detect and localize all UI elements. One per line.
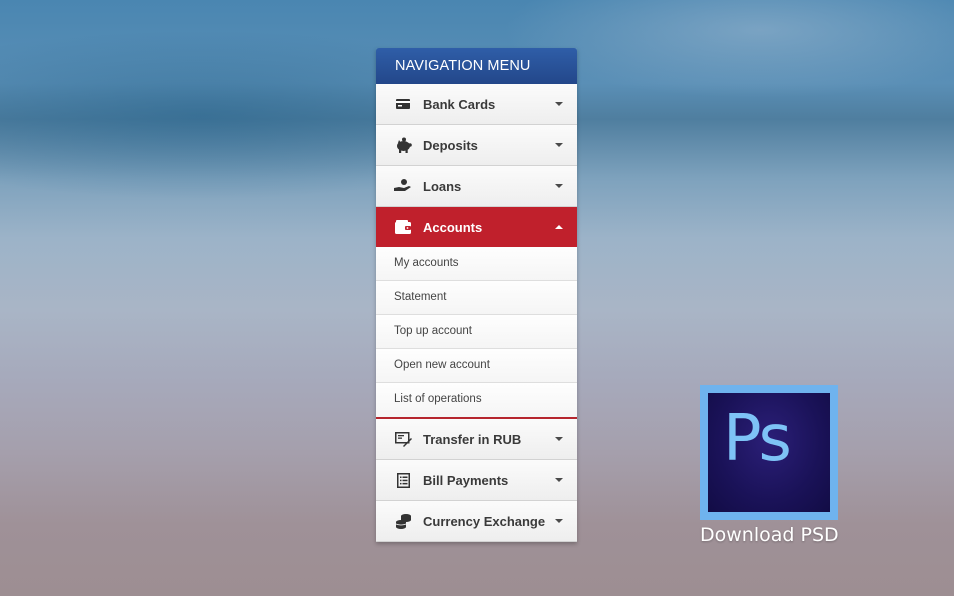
navigation-menu: NAVIGATION MENU Bank Cards Deposits Loan… (376, 48, 577, 542)
submenu-item-open-new-account[interactable]: Open new account (376, 349, 577, 383)
menu-item-label: Loans (423, 179, 461, 194)
submenu-item-statement[interactable]: Statement (376, 281, 577, 315)
credit-card-icon (393, 95, 413, 113)
hand-coin-icon (393, 177, 413, 195)
menu-item-bill-payments[interactable]: Bill Payments (376, 460, 577, 501)
photoshop-logo-inner: Ps (708, 393, 830, 512)
submenu-item-top-up-account[interactable]: Top up account (376, 315, 577, 349)
wallet-icon (393, 218, 413, 236)
menu-item-label: Currency Exchange (423, 514, 545, 529)
download-psd-link[interactable]: Download PSD (700, 524, 838, 546)
chevron-down-icon (555, 102, 563, 106)
menu-item-label: Accounts (423, 220, 482, 235)
piggy-bank-icon (393, 136, 413, 154)
menu-item-currency-exchange[interactable]: Currency Exchange (376, 501, 577, 542)
chevron-down-icon (555, 437, 563, 441)
menu-item-deposits[interactable]: Deposits (376, 125, 577, 166)
chevron-up-icon (555, 225, 563, 229)
menu-item-label: Deposits (423, 138, 478, 153)
menu-item-accounts[interactable]: Accounts (376, 207, 577, 247)
menu-item-bank-cards[interactable]: Bank Cards (376, 84, 577, 125)
bill-list-icon (393, 471, 413, 489)
photoshop-logo-icon[interactable]: Ps (700, 385, 838, 520)
transfer-icon (393, 430, 413, 448)
submenu-item-my-accounts[interactable]: My accounts (376, 247, 577, 281)
menu-item-label: Transfer in RUB (423, 432, 521, 447)
menu-item-loans[interactable]: Loans (376, 166, 577, 207)
menu-item-label: Bill Payments (423, 473, 508, 488)
photoshop-logo-text: Ps (723, 407, 790, 471)
chevron-down-icon (555, 143, 563, 147)
menu-item-label: Bank Cards (423, 97, 495, 112)
menu-item-transfer-in-rub[interactable]: Transfer in RUB (376, 419, 577, 460)
menu-title: NAVIGATION MENU (376, 48, 577, 84)
coins-icon (393, 512, 413, 530)
chevron-down-icon (555, 478, 563, 482)
chevron-down-icon (555, 519, 563, 523)
accounts-submenu: My accounts Statement Top up account Ope… (376, 247, 577, 419)
chevron-down-icon (555, 184, 563, 188)
submenu-item-list-of-operations[interactable]: List of operations (376, 383, 577, 417)
